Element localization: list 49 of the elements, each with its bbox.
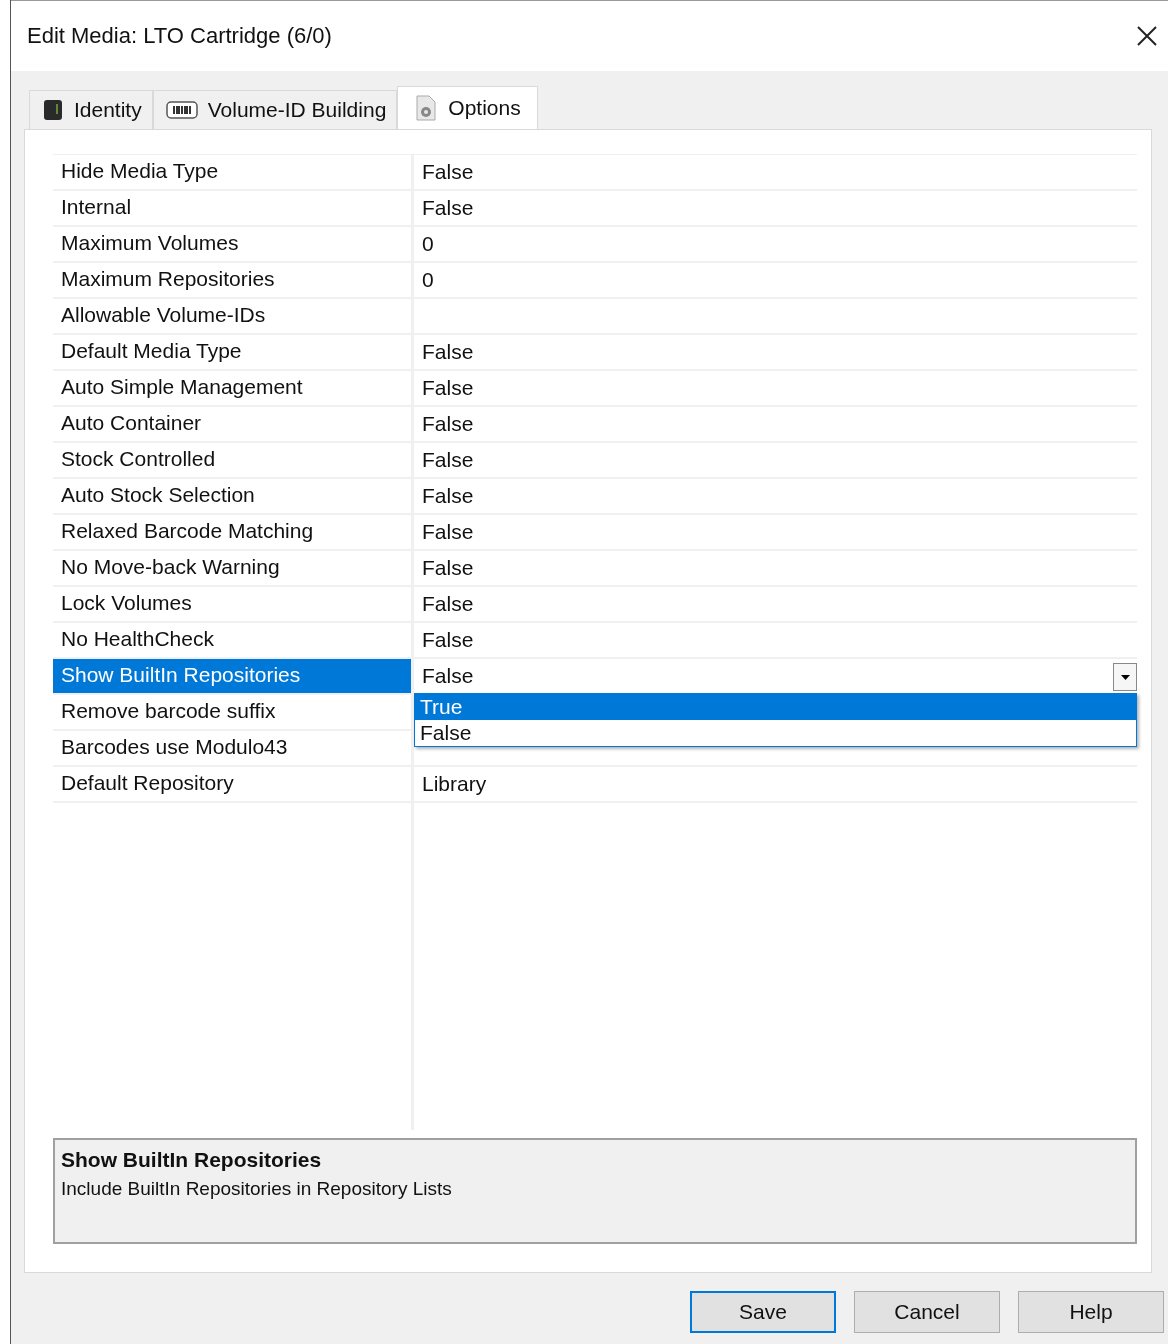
property-value[interactable]: False (414, 340, 474, 364)
gear-document-icon (414, 95, 439, 121)
dialog-button[interactable]: Cancel (854, 1291, 1000, 1333)
property-value[interactable]: False (414, 376, 474, 400)
property-name[interactable]: Auto Stock Selection (53, 479, 414, 513)
dropdown-button[interactable] (1113, 663, 1137, 691)
property-name[interactable]: Internal (53, 191, 414, 225)
property-name[interactable]: Auto Container (53, 407, 414, 441)
property-name[interactable]: Lock Volumes (53, 587, 414, 621)
property-name[interactable]: Default Media Type (53, 335, 414, 369)
property-name[interactable]: Maximum Repositories (53, 263, 414, 297)
property-name[interactable]: Show BuiltIn Repositories (53, 659, 414, 693)
property-name[interactable]: Barcodes use Modulo43 (53, 731, 414, 765)
property-value[interactable]: False (414, 664, 474, 688)
dialog-button[interactable]: Save (690, 1291, 836, 1333)
dialog-button[interactable]: Help (1018, 1291, 1164, 1333)
tab[interactable]: Options (397, 86, 538, 129)
property-value[interactable]: False (414, 412, 474, 436)
property-value[interactable]: False (414, 448, 474, 472)
tab[interactable]: Identity (29, 90, 153, 129)
property-name[interactable]: Auto Simple Management (53, 371, 414, 405)
property-name[interactable]: Hide Media Type (53, 155, 414, 189)
window-title: Edit Media: LTO Cartridge (6/0) (27, 23, 332, 49)
property-name[interactable]: No Move-back Warning (53, 551, 414, 585)
property-value[interactable]: False (414, 520, 474, 544)
property-value[interactable]: Library (414, 772, 487, 796)
property-value[interactable]: False (414, 628, 474, 652)
dropdown-option[interactable]: False (415, 720, 1136, 746)
property-name[interactable]: Maximum Volumes (53, 227, 414, 261)
property-value[interactable]: False (414, 160, 474, 184)
property-value[interactable]: False (414, 556, 474, 580)
property-name[interactable]: Remove barcode suffix (53, 695, 414, 729)
barcode-icon (165, 100, 198, 120)
property-value[interactable]: False (414, 196, 474, 220)
dropdown-option[interactable]: True (415, 694, 1136, 720)
property-name[interactable]: Stock Controlled (53, 443, 414, 477)
property-value[interactable]: False (414, 484, 474, 508)
close-icon[interactable] (1136, 25, 1158, 47)
description-title: Show BuiltIn Repositories (61, 1148, 323, 1172)
cartridge-icon (42, 98, 64, 122)
property-value[interactable]: False (414, 592, 474, 616)
property-value[interactable]: 0 (414, 232, 434, 256)
property-name[interactable]: Allowable Volume-IDs (53, 299, 414, 333)
description-text: Include BuiltIn Repositories in Repository Lists (61, 1178, 453, 1200)
caret-icon (1120, 674, 1130, 680)
property-value[interactable]: 0 (414, 268, 434, 292)
tab[interactable]: Volume-ID Building (152, 90, 398, 129)
property-name[interactable]: Default Repository (53, 767, 414, 801)
property-name[interactable]: Relaxed Barcode Matching (53, 515, 414, 549)
